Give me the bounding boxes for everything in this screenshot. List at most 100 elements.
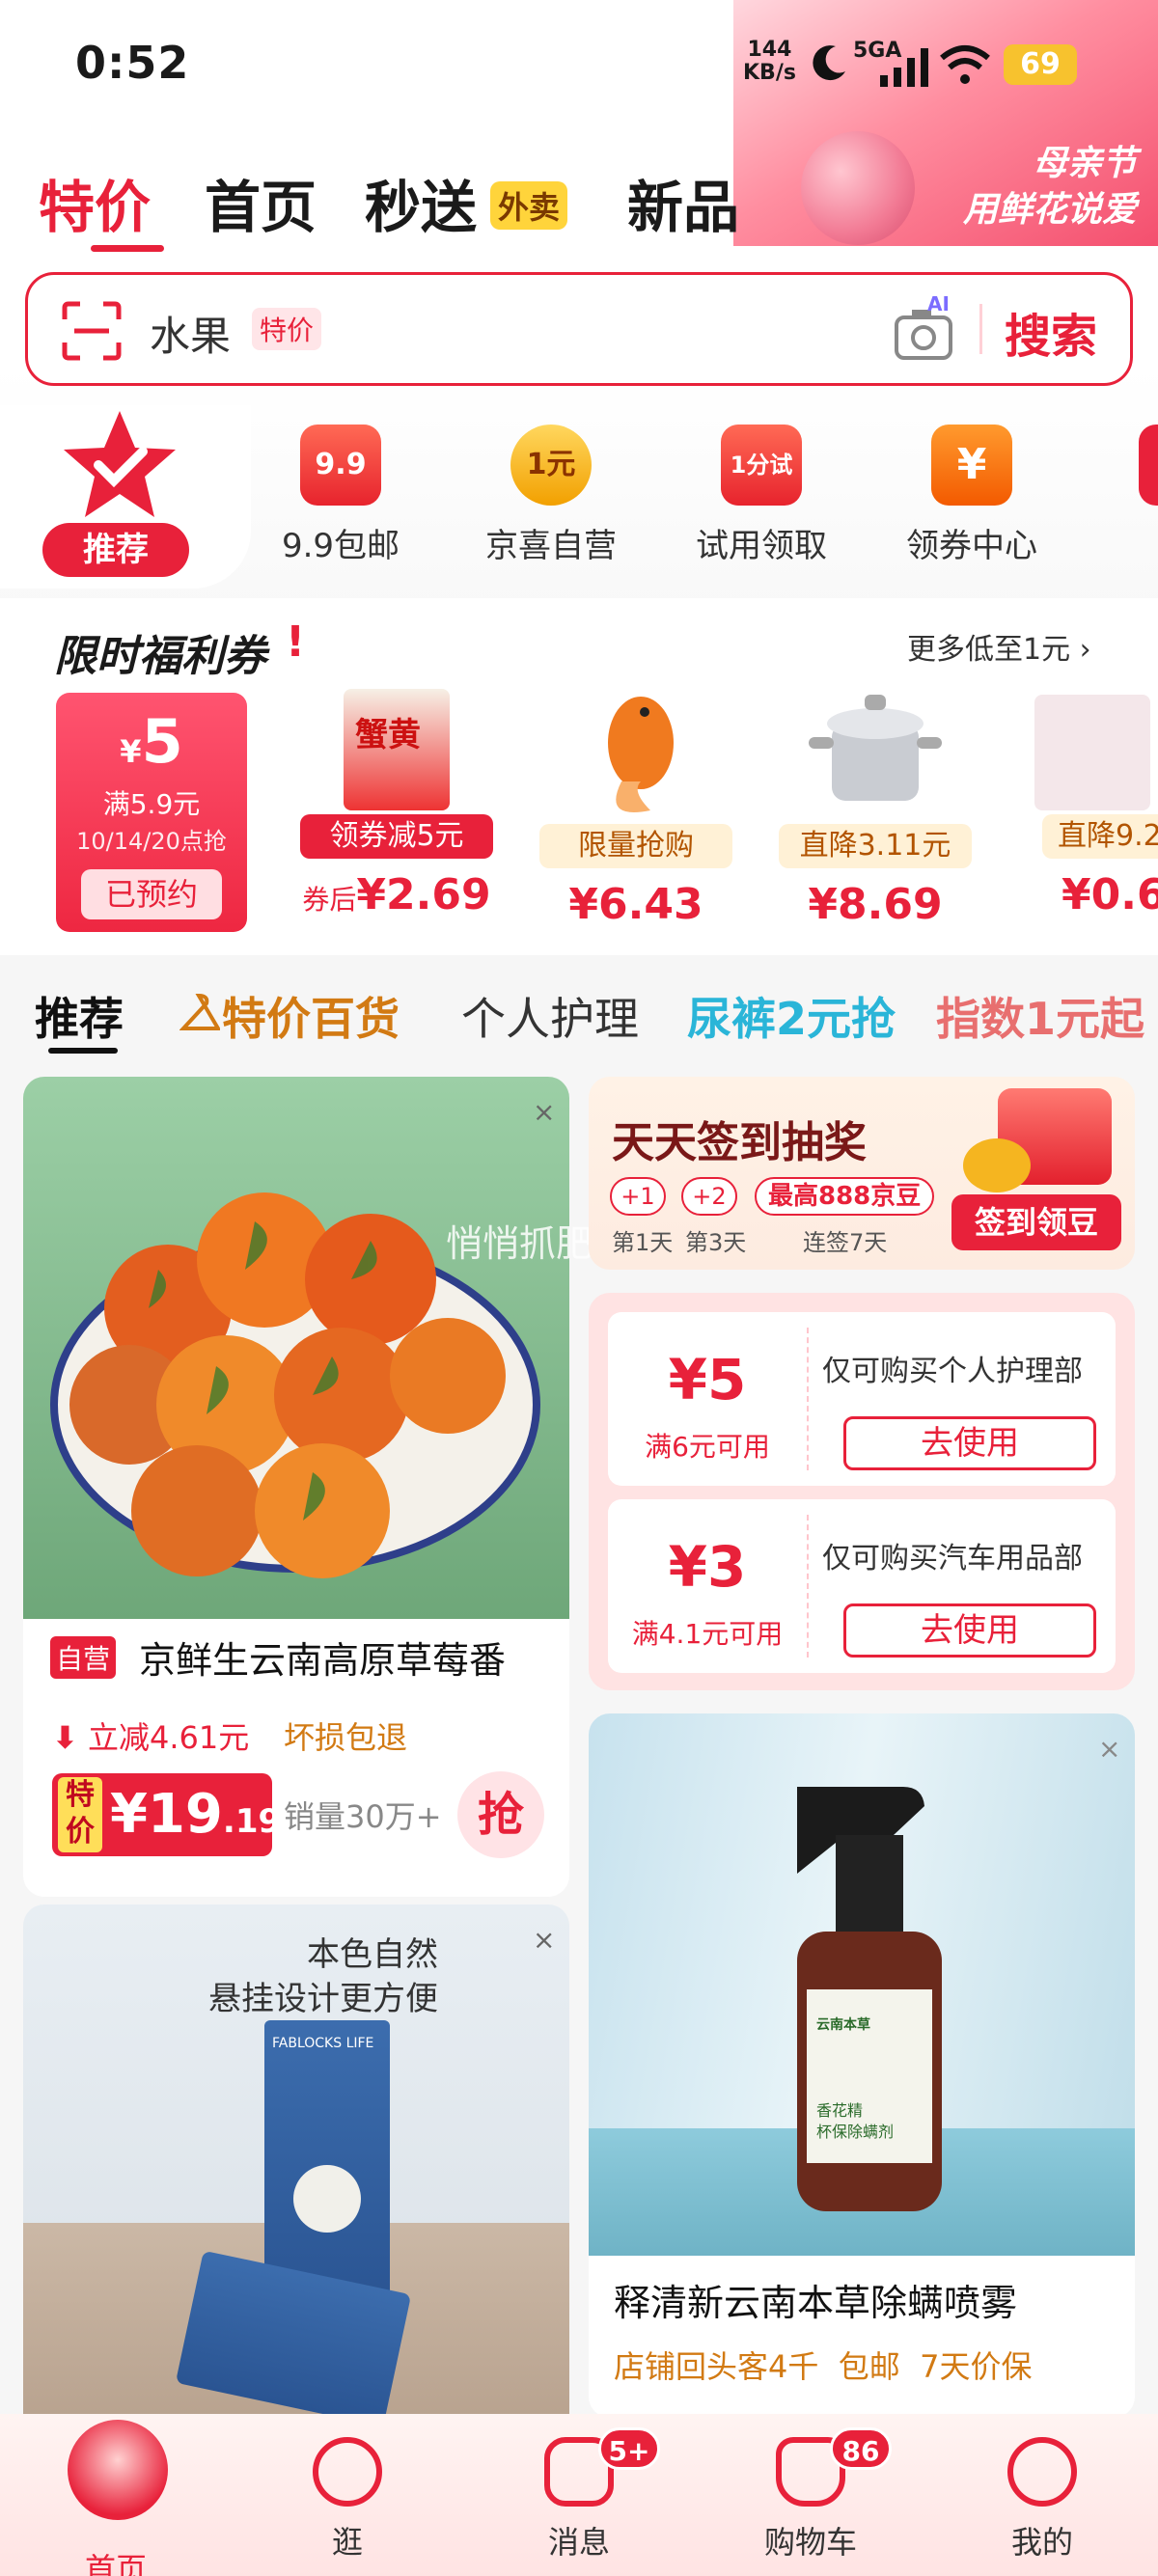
coupon-desc: 仅可购买个人护理部 (822, 1355, 1083, 1388)
product-tag: 直降9.2 (1042, 814, 1158, 859)
product-price: ¥19.19 (110, 1783, 282, 1846)
day-label: 第1天 (612, 1229, 674, 1256)
use-coupon-button[interactable]: 去使用 (843, 1603, 1096, 1658)
welfare-more-link[interactable]: 更多低至1元 › (907, 625, 1091, 668)
use-coupon-button[interactable]: 去使用 (843, 1416, 1096, 1470)
bottom-tab-label: 消息 (547, 2524, 610, 2561)
bottom-tab-label: 首页 (84, 2551, 147, 2576)
feed-tabs: 推荐 特价百货 个人护理 尿裤2元抢 指数1元起 (0, 965, 1158, 1061)
snack-bag-image: 蟹黄 (344, 689, 450, 810)
cat-label: 领券中心 (906, 527, 1037, 565)
search-bar[interactable]: 水果 特价 AI 搜索 (25, 272, 1133, 386)
nav-tab-home[interactable]: 首页 (205, 162, 317, 243)
welfare-product[interactable]: 蟹黄 领券减5元 券后¥2.69 (286, 675, 508, 919)
search-divider (979, 304, 982, 354)
close-icon[interactable]: × (533, 1096, 555, 1128)
welfare-section: 限时福利券 ! 更多低至1元 › ¥5 满5.9元 10/14/20点抢 已预约… (0, 598, 1158, 955)
signin-title: 天天签到抽奖 (612, 1118, 867, 1167)
takeout-badge: 外卖 (490, 181, 568, 230)
cat-label: 京喜自营 (485, 527, 617, 565)
star-icon[interactable] (60, 407, 179, 521)
category-strip: 推荐 9.9 9.9包邮 1元 京喜自营 1分试 试用领取 ¥ 领券中心 (0, 405, 1158, 589)
status-time: 0:52 (75, 37, 190, 89)
product-title: 京鲜生云南高原草莓番 (139, 1639, 507, 1682)
max-beans: 最高888京豆 (755, 1177, 935, 1216)
nav-tab-express[interactable]: 秒送 (365, 162, 477, 243)
trial-bag-icon: 1分试 (721, 425, 802, 506)
status-bar: 0:52 144 KB/s 5GA 69 (0, 0, 1158, 135)
coupon-item[interactable]: ¥3 满4.1元可用 仅可购买汽车用品部 去使用 (608, 1499, 1116, 1673)
cat-coupon-center[interactable]: ¥ 领券中心 (899, 425, 1044, 566)
bottom-tab-me[interactable]: 我的 (965, 2437, 1119, 2562)
cat-label: 9.9包邮 (281, 527, 400, 565)
search-tag: 特价 (252, 308, 322, 350)
grab-button[interactable]: 抢 (457, 1771, 544, 1858)
product-price: ¥8.69 (808, 880, 943, 929)
guarantee-text: 坏损包退 (284, 1719, 408, 1756)
search-input[interactable]: 水果 (150, 304, 231, 363)
signin-card[interactable]: 天天签到抽奖 +1 +2 最高888京豆 第1天 第3天 连签7天 签到领豆 (589, 1077, 1135, 1270)
tab-special-goods[interactable]: 特价百货 (222, 984, 400, 1048)
tomato-image (23, 1077, 569, 1619)
discount-text: ⬇ 立减4.61元 (52, 1719, 250, 1756)
price-box: 特价 ¥19.19 (52, 1773, 281, 1856)
coupon-item[interactable]: ¥5 满6元可用 仅可购买个人护理部 去使用 (608, 1312, 1116, 1486)
bean-chip: +1 (610, 1177, 666, 1216)
welfare-product[interactable]: 直降9.2 ¥0.6 (1004, 675, 1158, 919)
close-icon[interactable]: × (533, 1924, 555, 1956)
flower-image (801, 131, 915, 245)
coupon-condition: 满5.9元 (102, 788, 201, 820)
cat-next-icon[interactable] (1139, 425, 1158, 506)
coupon-divider (807, 1328, 809, 1470)
profile-icon (1007, 2437, 1077, 2507)
nav-tab-special[interactable]: 特价 (39, 162, 151, 243)
signin-button[interactable]: 签到领豆 (951, 1194, 1121, 1250)
coupon-time: 10/14/20点抢 (76, 828, 227, 855)
spray-image: 云南本草 香花精 杯保除螨剂 (589, 1713, 1135, 2256)
cat-food-image (1034, 695, 1150, 810)
coupons-card: ¥5 满6元可用 仅可购买个人护理部 去使用 ¥3 满4.1元可用 仅可购买汽车… (589, 1293, 1135, 1690)
promo-line1: 本色自然 (307, 1935, 438, 1974)
steel-pot-image (803, 675, 948, 820)
welfare-title: 限时福利券 (54, 632, 266, 681)
welfare-product[interactable]: 直降3.11元 ¥8.69 (764, 675, 986, 929)
reserved-button[interactable]: 已预约 (81, 869, 222, 919)
product-title: 释清新云南本草除螨喷雾 (614, 2282, 1018, 2324)
tab-active-indicator (48, 1048, 118, 1054)
cat-9-9[interactable]: 9.9 9.9包邮 (268, 425, 413, 566)
battery-level: 69 (1004, 44, 1077, 85)
koi-fish-image (564, 675, 708, 820)
gold-bean-icon (963, 1138, 1031, 1192)
search-button[interactable]: 搜索 (1005, 298, 1097, 366)
tissue-box-image: FABLOCKS LIFE (264, 2020, 390, 2310)
tab-recommend[interactable]: 推荐 (35, 984, 124, 1048)
tab-index[interactable]: 指数1元起 (936, 984, 1144, 1048)
bottom-tab-browse[interactable]: 逛 (270, 2437, 425, 2562)
product-card-tomato[interactable]: × 自营 京鲜生云南高原草莓番 ⬇ 立减4.61元 坏损包退 特价 ¥19.19… (23, 1077, 569, 1897)
welfare-coupon[interactable]: ¥5 满5.9元 10/14/20点抢 已预约 (56, 693, 247, 932)
cat-jingxi[interactable]: 1元 京喜自营 (479, 425, 623, 566)
cat-recommend[interactable]: 推荐 (42, 523, 189, 577)
close-icon[interactable]: × (1098, 1733, 1120, 1765)
product-card-tissue[interactable]: 本色自然 悬挂设计更方便 × FABLOCKS LIFE (23, 1905, 569, 2445)
sales-count: 销量30万+ (284, 1798, 442, 1835)
cart-badge: 86 (830, 2427, 892, 2470)
tab-personal-care[interactable]: 个人护理 (461, 984, 639, 1048)
bottle-label-2: 杯保除螨剂 (816, 2123, 895, 2141)
cat-label: 试用领取 (696, 527, 827, 565)
product-tag: 限量抢购 (539, 824, 732, 868)
promo-line2: 悬挂设计更方便 (208, 1980, 438, 2018)
coupon-value: ¥3 (668, 1534, 747, 1600)
moon-icon (813, 45, 845, 81)
tab-diapers[interactable]: 尿裤2元抢 (687, 984, 896, 1048)
product-tag: 直降3.11元 (779, 824, 972, 868)
cat-trial[interactable]: 1分试 试用领取 (689, 425, 834, 566)
product-card-spray[interactable]: 云南本草 香花精 杯保除螨剂 × 释清新云南本草除螨喷雾 店铺回头客4千 包邮 … (589, 1713, 1135, 2418)
welfare-product[interactable]: 限量抢购 ¥6.43 (525, 675, 747, 929)
coupon-condition: 满6元可用 (645, 1431, 770, 1463)
coupon-value: ¥5 (668, 1347, 747, 1412)
scan-icon[interactable] (61, 300, 123, 362)
nav-tab-new[interactable]: 新品 (627, 162, 739, 243)
bottom-nav: 首页 逛 消息 5+ 购物车 86 我的 (0, 2414, 1158, 2576)
wifi-icon (940, 45, 990, 84)
